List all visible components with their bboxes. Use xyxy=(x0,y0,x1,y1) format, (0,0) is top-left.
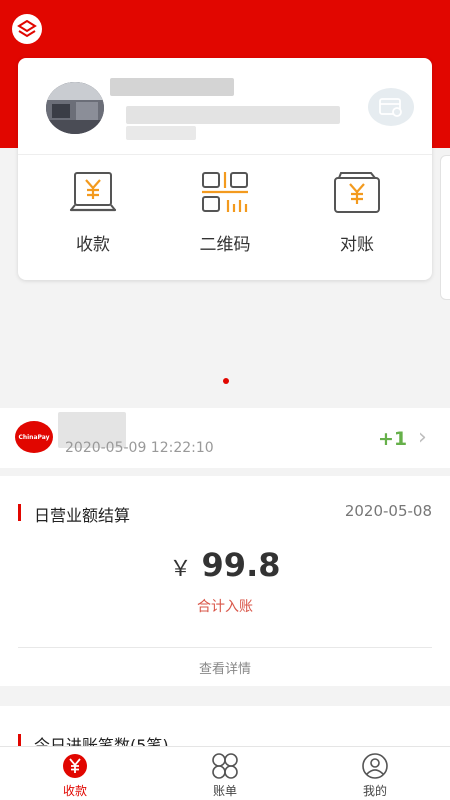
notification-time: 2020-05-09 12:22:10 xyxy=(65,440,214,456)
daily-settlement-card: 日营业额结算 2020-05-08 ￥ 99.8 合计入账 查看详情 xyxy=(0,476,450,686)
qr-code-button[interactable]: 二维码 xyxy=(170,168,280,255)
currency-symbol: ￥ xyxy=(169,557,192,582)
chinapay-logo: ChinaPay xyxy=(15,421,53,453)
view-details-link[interactable]: 查看详情 xyxy=(0,658,450,677)
yen-register-icon xyxy=(38,168,148,218)
bottom-tab-bar: 收款 账单 我的 xyxy=(0,746,450,800)
bill-icon xyxy=(180,753,270,779)
notification-count: +1 xyxy=(378,428,408,450)
reconcile-button[interactable]: 对账 xyxy=(302,168,412,255)
payment-notification[interactable]: ChinaPay 2020-05-09 12:22:10 +1 › xyxy=(0,408,450,468)
merchant-avatar[interactable] xyxy=(46,82,104,134)
store-icon xyxy=(379,98,402,117)
yen-icon xyxy=(30,753,120,779)
amount-caption: 合计入账 xyxy=(197,599,253,615)
quick-actions: 收款 二维码 对账 xyxy=(18,168,432,268)
tab-bills[interactable]: 账单 xyxy=(180,753,270,799)
merchant-name-redacted xyxy=(110,78,234,96)
tab-label: 我的 xyxy=(362,784,387,798)
settlement-amount: ￥ 99.8 xyxy=(0,546,450,584)
wallet-reconcile-icon xyxy=(302,168,412,218)
qr-code-icon xyxy=(170,168,280,218)
action-label: 二维码 xyxy=(199,235,251,255)
card-divider xyxy=(18,154,432,155)
section-title: 日营业额结算 xyxy=(34,506,131,525)
action-label: 对账 xyxy=(340,235,374,255)
section-accent-bar xyxy=(18,504,21,521)
app-logo-icon xyxy=(12,14,42,44)
amount-value: 99.8 xyxy=(201,546,281,584)
chinapay-logo-text: ChinaPay xyxy=(18,433,50,441)
chevron-right-icon[interactable]: › xyxy=(418,425,427,450)
profile-icon xyxy=(330,753,420,779)
tab-label: 账单 xyxy=(212,784,237,798)
divider xyxy=(18,647,432,648)
merchant-card: 收款 二维码 对账 xyxy=(18,58,432,280)
carousel-indicator xyxy=(223,378,229,384)
next-carousel-card[interactable] xyxy=(440,155,450,300)
settlement-date: 2020-05-08 xyxy=(344,502,432,520)
store-settings-button[interactable] xyxy=(368,88,414,126)
tab-profile[interactable]: 我的 xyxy=(330,753,420,799)
action-label: 收款 xyxy=(76,235,110,255)
collect-payment-button[interactable]: 收款 xyxy=(38,168,148,255)
tab-collect[interactable]: 收款 xyxy=(30,753,120,799)
merchant-id-redacted xyxy=(126,106,340,124)
merchant-info-redacted xyxy=(126,126,196,140)
tab-label: 收款 xyxy=(62,784,87,798)
